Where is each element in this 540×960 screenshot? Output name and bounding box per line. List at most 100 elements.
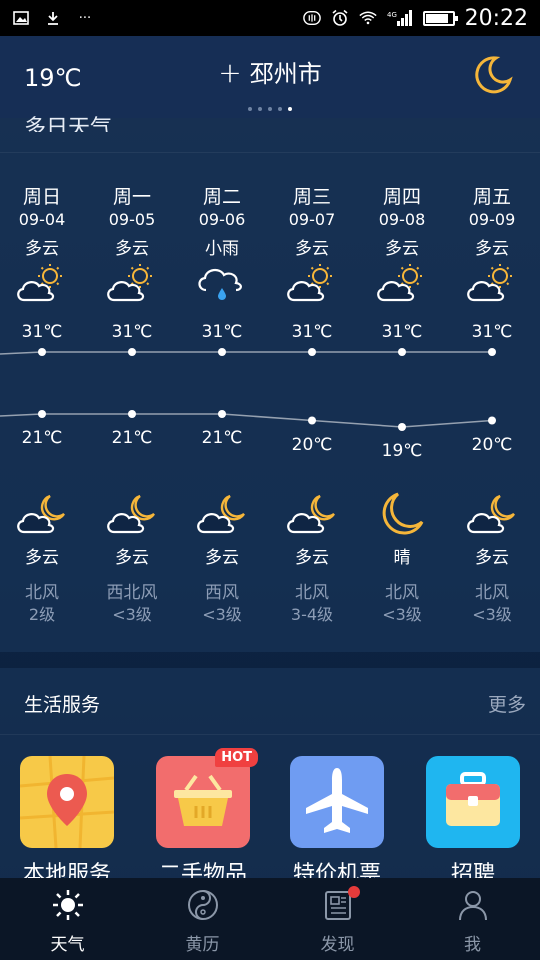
tab-discover[interactable]: 发现 [270, 878, 405, 960]
high-temp-point [308, 348, 316, 356]
svg-text:4G: 4G [387, 11, 397, 19]
high-temp-path [0, 351, 492, 355]
wind-direction: 西风 [205, 583, 239, 603]
wind-level: <3级 [202, 605, 242, 624]
day-condition: 多云 [25, 239, 59, 259]
person-icon [456, 888, 490, 922]
status-bar: ··· 4G 20:22 [0, 0, 540, 36]
service-flights[interactable]: 特价机票 [290, 756, 384, 887]
night-condition: 多云 [25, 548, 59, 568]
cloud-moon-icon [464, 492, 520, 536]
partly-cloudy-icon [374, 262, 430, 304]
tab-label: 我 [464, 935, 481, 955]
wind-level: <3级 [382, 605, 422, 624]
day-name: 周四 [382, 186, 421, 208]
partly-cloudy-icon [14, 262, 70, 304]
high-temp-label: 31℃ [381, 322, 423, 342]
high-temp-point [488, 348, 496, 356]
low-temp-point [128, 410, 136, 418]
day-name: 周一 [112, 186, 151, 208]
low-temp-point [38, 410, 46, 418]
day-condition: 多云 [115, 239, 149, 259]
high-temp-line [0, 348, 496, 356]
multi-day-forecast: 多日天气 周日 09-04 多云 31℃ 21℃ 多云 北风 2级 周一 09-05 多云 31℃ 21… [0, 116, 540, 652]
day-condition: 多云 [295, 239, 329, 259]
image-icon [12, 10, 30, 26]
low-temp-label: 21℃ [111, 428, 153, 448]
low-temp-label: 21℃ [201, 428, 243, 448]
tab-me[interactable]: 我 [405, 878, 540, 960]
more-icon: ··· [78, 10, 92, 26]
moon-icon[interactable] [472, 54, 514, 96]
briefcase-icon[interactable] [426, 756, 520, 848]
service-local[interactable]: 本地服务 [20, 756, 114, 887]
day-date: 09-07 [288, 210, 336, 229]
night-condition: 多云 [205, 548, 239, 568]
wind-direction: 北风 [25, 583, 59, 603]
airplane-icon[interactable] [290, 756, 384, 848]
rain-cloud-icon [194, 262, 250, 304]
page-dot [248, 107, 252, 111]
wind-level: 2级 [28, 605, 56, 624]
download-icon [44, 10, 62, 26]
services-title: 生活服务 [24, 694, 101, 716]
wind-direction: 西北风 [106, 583, 158, 603]
services-more-link[interactable]: 更多 [488, 690, 526, 717]
page-dot [268, 107, 272, 111]
night-condition: 多云 [115, 548, 149, 568]
day-date: 09-05 [108, 210, 156, 229]
low-temp-label: 20℃ [291, 434, 333, 455]
low-temp-path [0, 413, 493, 428]
high-temp-point [128, 348, 136, 356]
day-condition: 多云 [385, 239, 419, 259]
cloud-moon-icon [194, 492, 250, 536]
tab-weather[interactable]: 天气 [0, 878, 135, 960]
nfc-icon [302, 10, 321, 26]
wind-level: <3级 [472, 605, 512, 624]
low-temp-point [218, 410, 226, 418]
partly-cloudy-icon [464, 262, 520, 304]
divider [0, 152, 540, 153]
tab-label: 黄历 [185, 935, 220, 955]
wind-direction: 北风 [475, 583, 509, 603]
city-selector[interactable]: + 邳州市 [0, 54, 540, 89]
day-date: 09-09 [468, 210, 516, 229]
high-temp-label: 31℃ [471, 322, 513, 342]
page-dot-active [288, 107, 292, 111]
yin-yang-icon [186, 888, 220, 922]
signal-icon: 4G [387, 10, 413, 26]
high-temp-label: 31℃ [201, 322, 243, 342]
tab-label: 发现 [320, 935, 355, 955]
city-name: 邳州市 [249, 60, 322, 88]
day-date: 09-08 [378, 210, 426, 229]
service-jobs[interactable]: 招聘 [426, 756, 520, 887]
divider [0, 734, 540, 735]
alarm-icon [331, 9, 349, 26]
battery-icon [422, 10, 458, 26]
hot-badge: HOT [215, 748, 258, 767]
notification-dot [348, 886, 360, 898]
life-services: 生活服务 更多 本地服务 HOT 二手物品 特价机票 招聘 [0, 668, 540, 887]
low-temp-point [398, 423, 406, 431]
high-temp-label: 31℃ [111, 322, 153, 342]
sun-icon [51, 888, 85, 922]
clock: 20:22 [464, 5, 528, 31]
day-name: 周五 [472, 186, 511, 208]
low-temp-label: 20℃ [471, 434, 513, 455]
night-condition: 多云 [295, 548, 329, 568]
service-secondhand[interactable]: HOT 二手物品 [156, 748, 258, 887]
basket-icon[interactable]: HOT [156, 748, 258, 848]
bottom-tab-bar: 天气 黄历 发现 我 [0, 878, 540, 960]
day-condition: 小雨 [205, 239, 239, 259]
low-temp-label: 19℃ [381, 441, 423, 461]
wind-level: <3级 [112, 605, 152, 624]
map-pin-icon[interactable] [20, 756, 114, 848]
page-dot [278, 107, 282, 111]
add-city-icon[interactable]: + [218, 56, 241, 89]
wind-level: 3-4级 [290, 605, 334, 624]
tab-almanac[interactable]: 黄历 [135, 878, 270, 960]
cloud-moon-icon [14, 492, 70, 536]
day-name: 周二 [202, 186, 241, 208]
tab-label: 天气 [50, 935, 85, 955]
low-temp-label: 21℃ [21, 428, 63, 448]
